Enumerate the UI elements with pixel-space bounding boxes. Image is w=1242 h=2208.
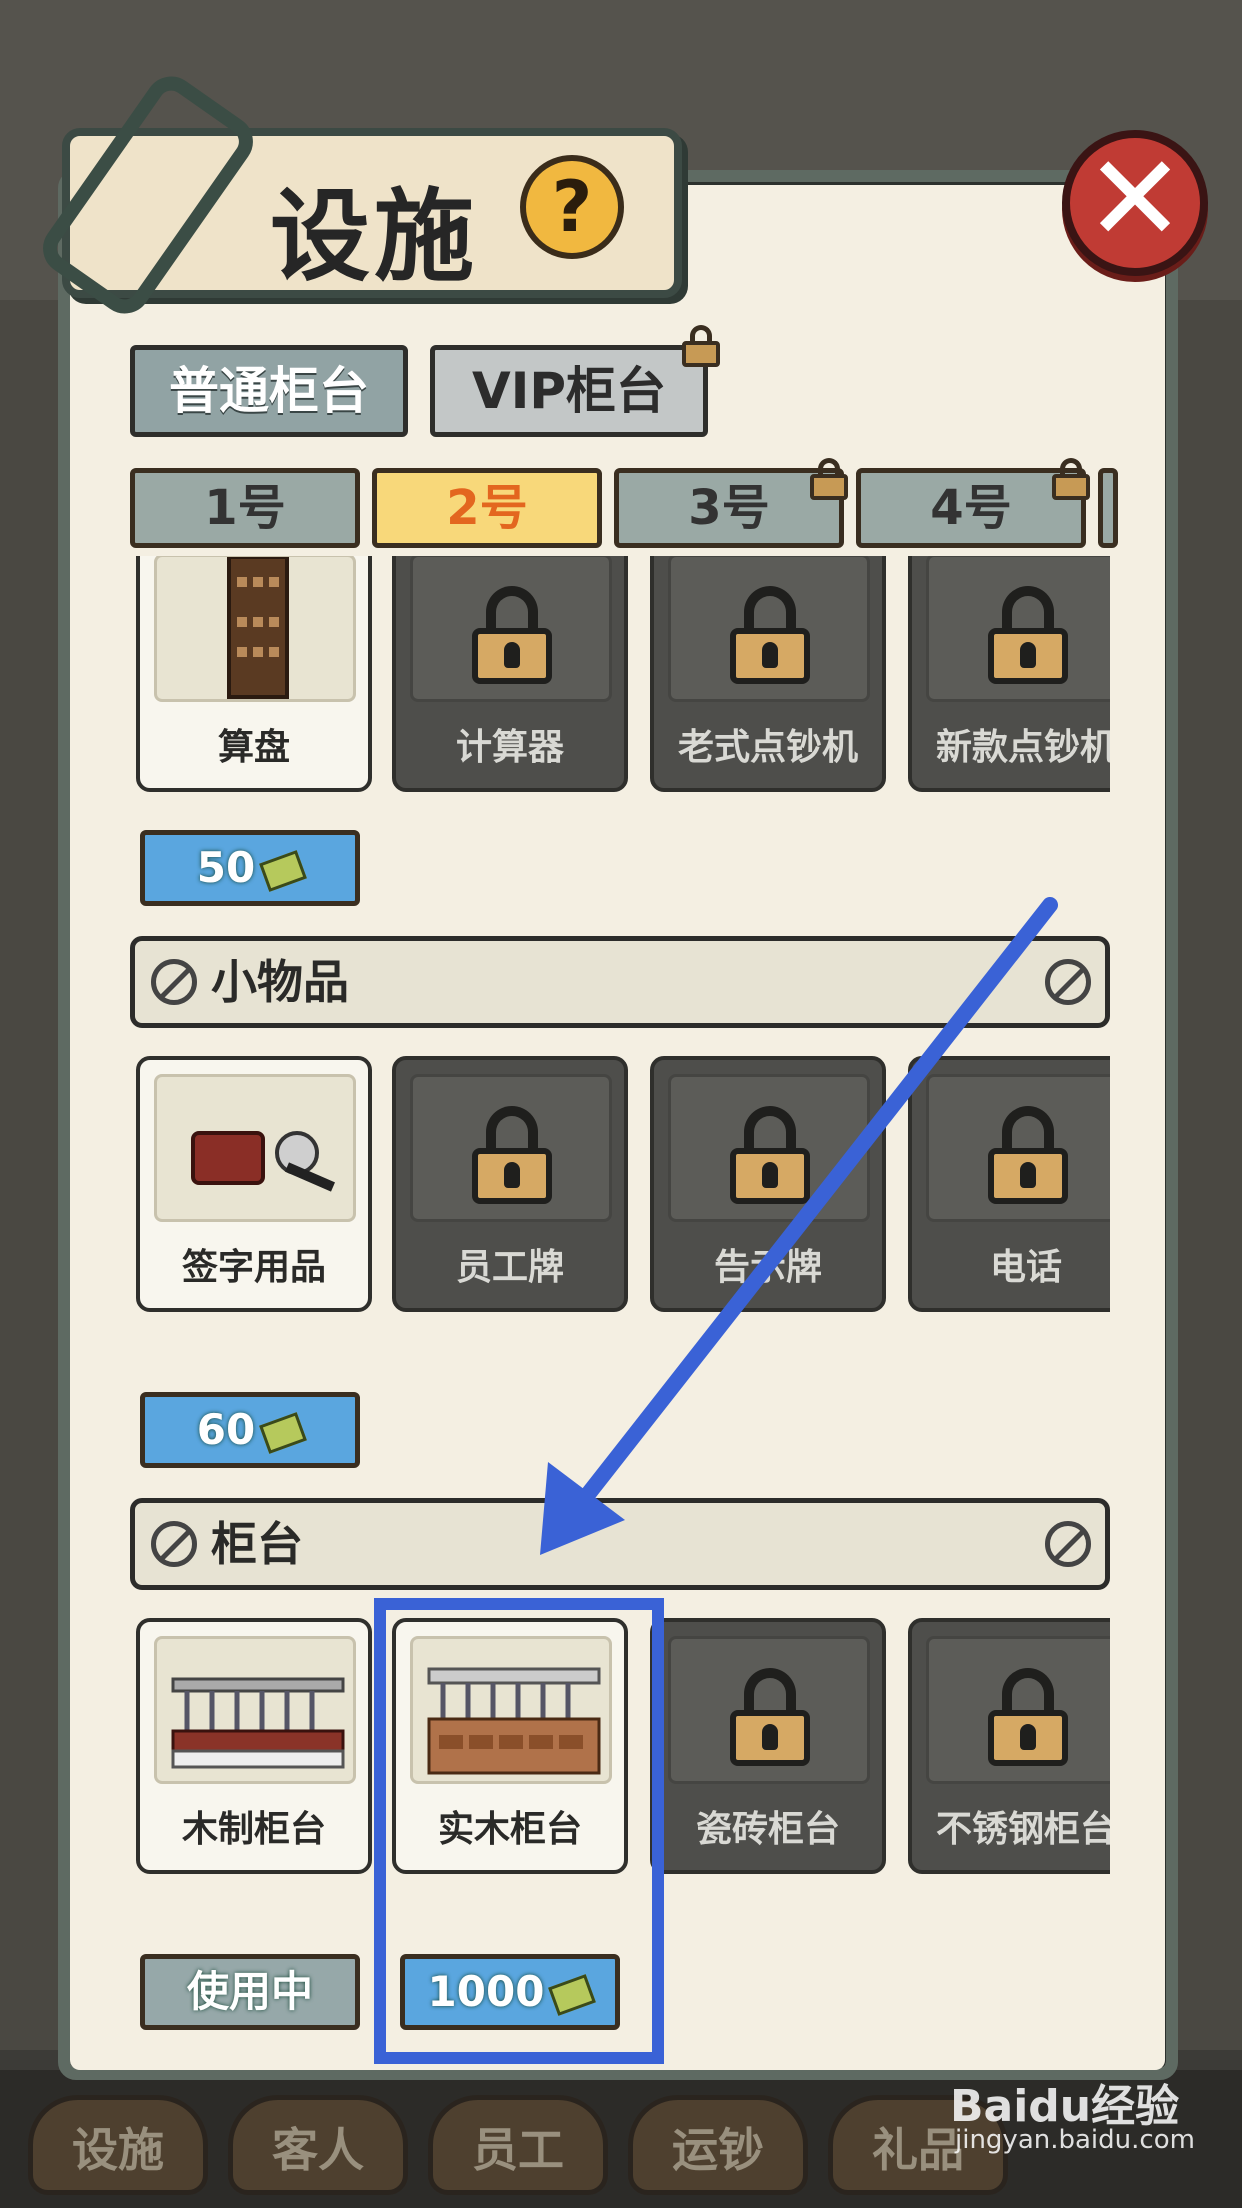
watermark-url: jingyan.baidu.com (955, 2125, 1195, 2155)
tutorial-highlight (374, 1598, 664, 2064)
